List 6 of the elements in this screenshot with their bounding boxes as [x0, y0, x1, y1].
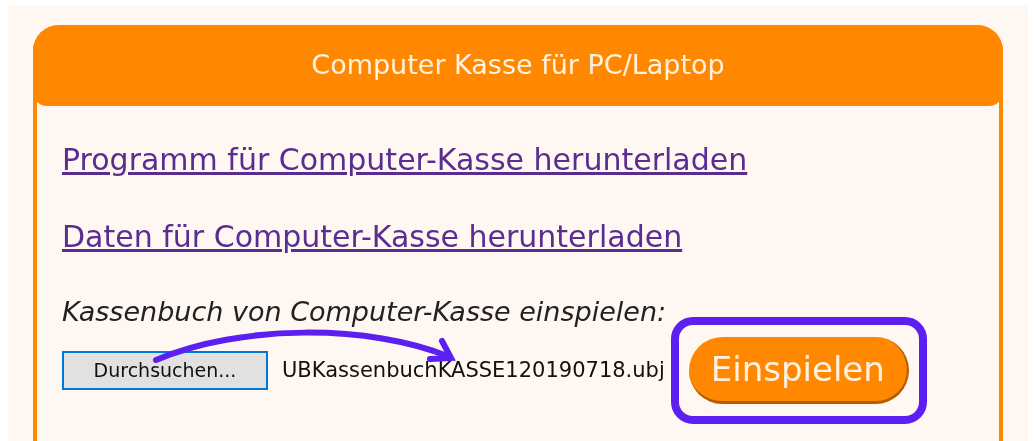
download-link[interactable]: Programm für Computer-Kasse herunterladen — [62, 140, 748, 180]
browse-button[interactable]: Durchsuchen... — [62, 351, 268, 390]
file-name: UBKassenbuchKASSE120190718.ubj — [282, 356, 665, 384]
card-header: Computer Kasse für PC/Laptop — [33, 25, 1003, 106]
download-link[interactable]: Daten für Computer-Kasse herunterladen — [62, 217, 683, 257]
upload-label: Kassenbuch von Computer-Kasse einspielen: — [62, 295, 668, 329]
